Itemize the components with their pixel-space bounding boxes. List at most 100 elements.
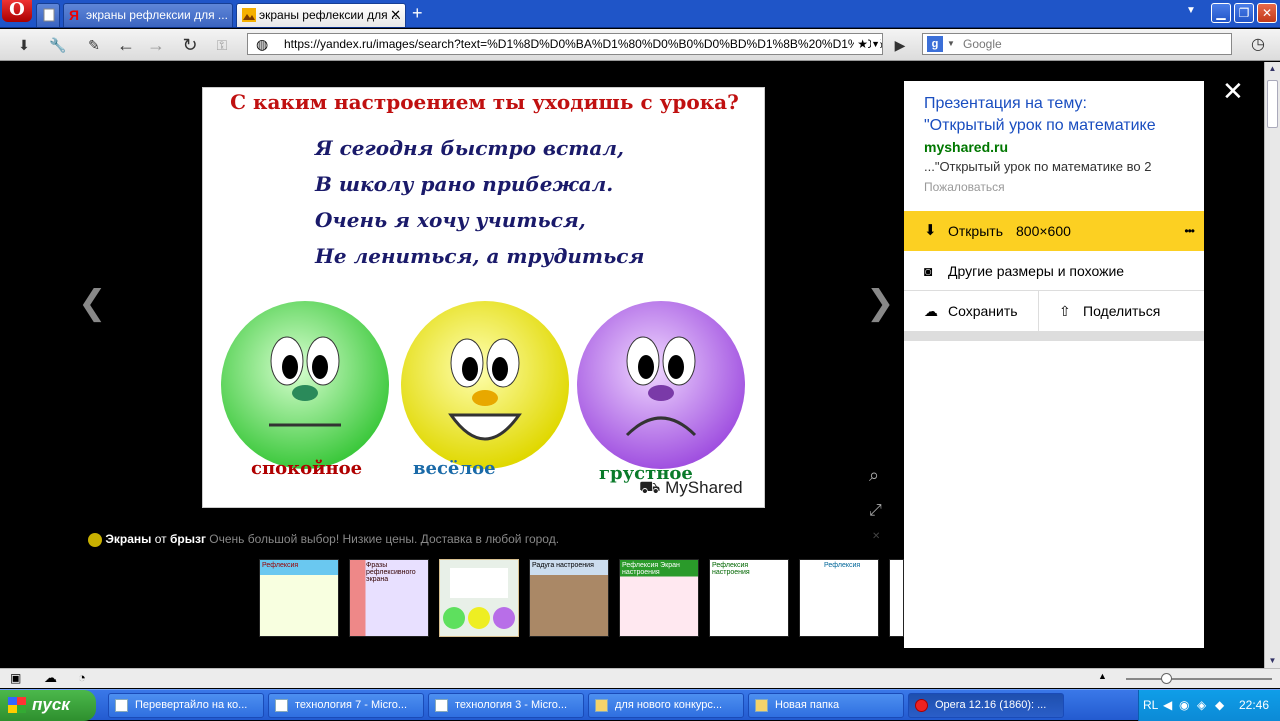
- save-button[interactable]: ☁ Сохранить: [904, 291, 1039, 331]
- ad-brand[interactable]: Экраны: [105, 532, 151, 546]
- close-tab-icon[interactable]: ✕: [390, 4, 401, 26]
- key-icon[interactable]: ⚿: [212, 35, 232, 55]
- page-icon: [43, 8, 55, 22]
- opera-icon: [915, 699, 928, 712]
- tab-label: экраны рефлексии для ...: [86, 8, 228, 22]
- bookmark-star-icon[interactable]: ★: [854, 34, 868, 54]
- address-bar[interactable]: ◍ https://yandex.ru/images/search?text=%…: [247, 33, 883, 55]
- back-icon[interactable]: ←: [116, 35, 136, 55]
- ad-company[interactable]: брызг: [170, 532, 206, 546]
- tray-icon[interactable]: ◆: [1215, 690, 1224, 721]
- open-button[interactable]: ⬇ Открыть 800×600 •••: [904, 211, 1204, 251]
- go-icon[interactable]: ▶: [890, 35, 910, 55]
- thumbnail[interactable]: Рефлексия: [259, 559, 339, 637]
- ad-logo-icon: [88, 532, 102, 547]
- panel-divider: [904, 331, 1204, 341]
- ad-close-icon[interactable]: ✕: [872, 531, 880, 542]
- fullscreen-icon[interactable]: ⤢: [869, 502, 882, 520]
- zoom-search-icon[interactable]: ⌕: [869, 465, 879, 486]
- taskbar-item[interactable]: Новая папка: [748, 693, 904, 718]
- turbo-icon[interactable]: ◔: [78, 670, 86, 685]
- tray-icon[interactable]: ◉: [1179, 690, 1189, 721]
- panel-toggle-icon[interactable]: ▣: [10, 671, 21, 685]
- scroll-thumb[interactable]: [1267, 80, 1278, 128]
- folder-icon: [755, 699, 768, 712]
- source-title-link[interactable]: Презентация на тему: "Открытый урок по м…: [924, 93, 1189, 137]
- thumbnail-partial[interactable]: [889, 559, 904, 637]
- camera-icon: ◙: [924, 263, 933, 279]
- zoom-slider-thumb[interactable]: [1161, 673, 1172, 684]
- scroll-down-icon[interactable]: ▼: [1267, 656, 1278, 666]
- thumbnail-caption: Рефлексия Экран настроения: [622, 562, 680, 576]
- reload-icon[interactable]: ↻: [180, 35, 200, 55]
- word-icon: [435, 699, 448, 712]
- sync-icon[interactable]: ☁: [44, 670, 57, 686]
- task-label: для нового конкурс...: [615, 699, 723, 711]
- taskbar-item-active[interactable]: Opera 12.16 (1860): ...: [908, 693, 1064, 718]
- share-button[interactable]: ⇧ Поделиться: [1039, 291, 1204, 331]
- image-icon: [242, 8, 256, 22]
- tab-yandex-2[interactable]: экраны рефлексии для ... ✕: [236, 3, 406, 27]
- taskbar-item[interactable]: для нового конкурс...: [588, 693, 744, 718]
- thumbnail[interactable]: Рефлексия настроения: [709, 559, 789, 637]
- system-tray: RL ◀ ◉ ◈ ◆ 22:46: [1138, 690, 1280, 721]
- forward-icon[interactable]: →: [146, 35, 166, 55]
- thumbnail[interactable]: Фразы рефлексивного экрана: [349, 559, 429, 637]
- google-icon[interactable]: g: [927, 36, 943, 52]
- start-button[interactable]: пуск: [0, 690, 96, 721]
- other-sizes-button[interactable]: ◙ Другие размеры и похожие: [904, 251, 1204, 291]
- search-field[interactable]: g ▼ Google: [922, 33, 1232, 55]
- downloads-icon[interactable]: ⬇: [14, 35, 34, 55]
- restore-button[interactable]: ❐: [1234, 3, 1254, 23]
- slide-poem: Я сегодня быстро встал, В школу рано при…: [315, 130, 644, 274]
- face-label-calm: спокойное: [251, 458, 363, 479]
- thumbnail[interactable]: Радуга настроения: [529, 559, 609, 637]
- poem-line: Я сегодня быстро встал,: [315, 136, 624, 160]
- task-label: Opera 12.16 (1860): ...: [935, 699, 1047, 711]
- preview-image[interactable]: С каким настроением ты уходишь с урока? …: [202, 87, 765, 508]
- scroll-up-icon[interactable]: ▲: [1267, 64, 1278, 74]
- history-icon[interactable]: ◷: [1248, 35, 1268, 55]
- tray-expand-icon[interactable]: ◀: [1163, 690, 1172, 721]
- close-viewer-icon[interactable]: ✕: [1222, 76, 1244, 107]
- wrench-icon[interactable]: 🔧: [48, 35, 68, 55]
- thumbnail[interactable]: Рефлексия: [799, 559, 879, 637]
- face-label-happy: весёлое: [413, 458, 496, 479]
- view-icon[interactable]: ▲: [1098, 671, 1107, 681]
- cart-icon: ⛟: [639, 478, 661, 497]
- source-site[interactable]: myshared.ru: [924, 139, 1008, 155]
- poem-line: Не лениться, а трудиться: [315, 244, 645, 268]
- language-indicator[interactable]: RL: [1143, 690, 1158, 721]
- taskbar-item[interactable]: технология 7 - Micro...: [268, 693, 424, 718]
- taskbar-item[interactable]: технология 3 - Micro...: [428, 693, 584, 718]
- tab-yandex-1[interactable]: Я экраны рефлексии для ...: [63, 3, 233, 27]
- thumbnail[interactable]: Рефлексия Экран настроения: [619, 559, 699, 637]
- tray-icon[interactable]: ◈: [1197, 690, 1206, 721]
- tab-list-icon[interactable]: ▼: [1186, 5, 1196, 16]
- tab-pinned[interactable]: [36, 3, 60, 27]
- start-label: пуск: [32, 695, 70, 714]
- vertical-scrollbar[interactable]: ▲ ▼: [1264, 62, 1280, 668]
- title-line: Презентация на тему:: [924, 95, 1087, 112]
- thumbnail-selected[interactable]: [439, 559, 519, 637]
- status-bar: ▣ ☁ ◔ ▲: [0, 668, 1280, 688]
- zoom-slider[interactable]: [1126, 678, 1272, 680]
- next-image-icon[interactable]: ❯: [866, 283, 895, 323]
- prev-image-icon[interactable]: ❮: [78, 283, 107, 323]
- new-tab-button[interactable]: +: [412, 3, 423, 23]
- search-engine-dropdown-icon[interactable]: ▼: [947, 34, 955, 54]
- minimize-button[interactable]: ▁: [1211, 3, 1231, 23]
- clock[interactable]: 22:46: [1239, 690, 1269, 721]
- complain-link[interactable]: Пожаловаться: [924, 180, 1005, 194]
- taskbar-item[interactable]: Перевертайло на ко...: [108, 693, 264, 718]
- mood-faces: [221, 301, 745, 469]
- opera-menu-button[interactable]: O: [2, 0, 32, 22]
- close-window-button[interactable]: ✕: [1257, 3, 1277, 23]
- more-icon[interactable]: •••: [1184, 211, 1195, 251]
- watermark-text: MyShared: [665, 478, 743, 497]
- ad-line[interactable]: Экраны от брызг Очень большой выбор! Низ…: [88, 530, 888, 548]
- brush-icon[interactable]: ✎: [84, 35, 104, 55]
- tab-label: экраны рефлексии для ...: [259, 8, 401, 22]
- poem-line: Очень я хочу учиться,: [315, 208, 586, 232]
- url-dropdown-icon[interactable]: ▼: [871, 34, 880, 54]
